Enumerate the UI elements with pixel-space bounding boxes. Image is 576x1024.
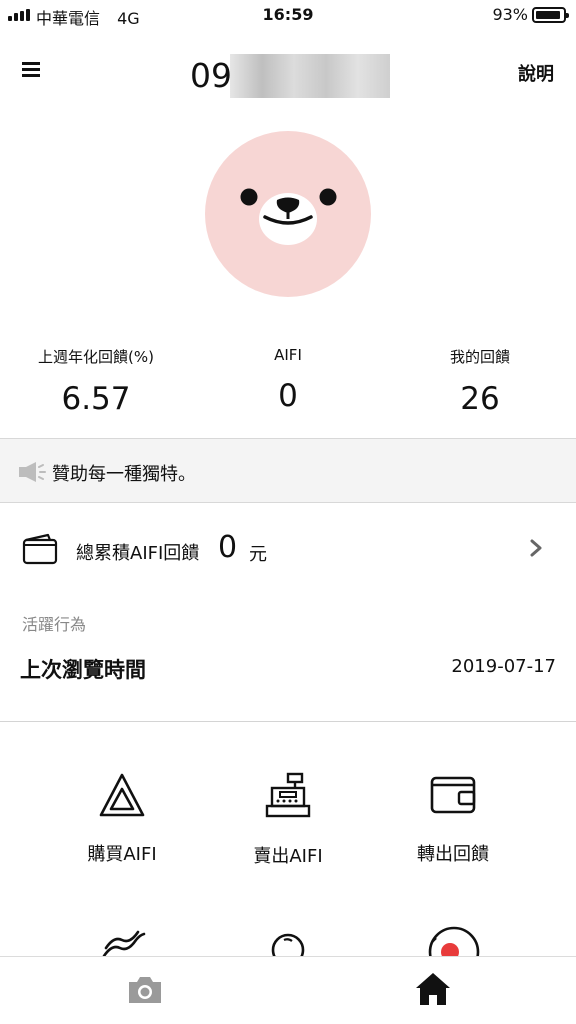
stat-label: 上週年化回饋(%) — [38, 348, 154, 366]
ball-icon[interactable] — [268, 926, 308, 958]
camera-icon[interactable] — [126, 974, 164, 1006]
total-rewards-label: 總累積AIFI回饋 — [76, 543, 200, 564]
sell-aifi-button[interactable]: 賣出AIFI — [192, 772, 384, 868]
stat-value: 26 — [460, 381, 500, 417]
total-rewards-unit: 元 — [249, 544, 267, 565]
home-icon[interactable] — [414, 971, 452, 1007]
cash-register-icon — [265, 772, 311, 818]
last-browse-date: 2019-07-17 — [451, 656, 556, 677]
buy-aifi-button[interactable]: 購買AIFI — [26, 772, 218, 866]
stat-label: 我的回饋 — [449, 348, 510, 366]
action-label: 轉出回饋 — [417, 844, 489, 865]
wave-icon[interactable] — [100, 926, 148, 958]
stat-annualized-return: 上週年化回饋(%) 6.57 — [0, 346, 192, 417]
wallet-icon — [430, 776, 476, 814]
action-label: 購買AIFI — [87, 844, 157, 865]
total-rewards-row[interactable]: 總累積AIFI回饋 0 元 — [0, 503, 576, 593]
transfer-rewards-button[interactable]: 轉出回饋 — [357, 772, 549, 866]
status-time: 16:59 — [262, 5, 314, 24]
account-number-mask — [230, 54, 390, 98]
stat-my-rewards: 我的回饋 26 — [384, 346, 576, 417]
help-button[interactable]: 說明 — [518, 60, 554, 86]
status-bar: 中華電信 4G 16:59 93% — [0, 0, 576, 32]
announcement-text: 贊助每一種獨特。 — [52, 464, 196, 485]
avatar[interactable] — [205, 131, 371, 297]
announcement-banner[interactable]: 贊助每一種獨特。 — [0, 438, 576, 503]
menu-icon[interactable] — [22, 62, 40, 78]
stat-aifi: AIFI 0 — [192, 346, 384, 414]
stat-value: 6.57 — [61, 381, 131, 417]
chevron-right-icon — [530, 539, 542, 557]
last-browse-label: 上次瀏覽時間 — [20, 658, 146, 682]
battery-percent: 93% — [492, 5, 528, 24]
battery-icon — [532, 7, 569, 23]
divider — [0, 721, 576, 722]
account-number: 09 — [190, 56, 232, 95]
bear-face-icon — [240, 188, 337, 245]
megaphone-icon — [19, 462, 46, 482]
action-label: 賣出AIFI — [253, 846, 323, 867]
aifi-triangle-icon — [99, 773, 145, 817]
target-icon[interactable] — [426, 926, 482, 958]
wallet-icon — [22, 533, 58, 565]
stat-value: 0 — [278, 378, 298, 414]
activity-section-label: 活躍行為 — [22, 615, 87, 634]
stat-label: AIFI — [274, 346, 302, 364]
total-rewards-value: 0 — [218, 530, 238, 565]
bottom-nav — [0, 956, 576, 1024]
